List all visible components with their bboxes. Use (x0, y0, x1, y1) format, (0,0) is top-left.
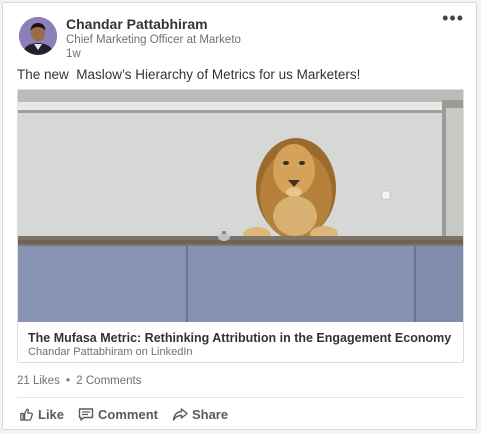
post-card: Chandar Pattabhiram Chief Marketing Offi… (2, 2, 477, 430)
avatar[interactable] (19, 17, 57, 55)
comment-icon (78, 407, 94, 422)
likes-count[interactable]: 21 Likes (17, 375, 60, 387)
share-label: Share (191, 407, 229, 422)
social-counts: 21 Likes • 2 Comments (17, 375, 141, 387)
author-title: Chief Marketing Officer at Marketo (66, 34, 241, 46)
count-separator: • (66, 375, 71, 387)
article-source: Chandar Pattabhiram on LinkedIn (28, 346, 193, 358)
comment-button[interactable]: Comment (78, 407, 158, 422)
action-bar: Like Comment Share (19, 407, 228, 422)
author-name[interactable]: Chandar Pattabhiram (66, 16, 208, 32)
like-label: Like (38, 407, 65, 422)
article-title[interactable]: The Mufasa Metric: Rethinking Attributio… (28, 331, 451, 345)
post-text: The new Maslow’s Hierarchy of Metrics fo… (17, 67, 361, 82)
divider (17, 397, 464, 398)
like-button[interactable]: Like (19, 407, 64, 422)
comments-count[interactable]: 2 Comments (76, 375, 141, 387)
shared-article-card[interactable]: The Mufasa Metric: Rethinking Attributio… (17, 89, 464, 363)
comment-label: Comment (98, 407, 158, 422)
post-age: 1w (66, 48, 81, 60)
thumbs-up-icon (19, 407, 34, 422)
article-image[interactable] (18, 90, 463, 322)
share-arrow-icon (172, 407, 188, 422)
share-button[interactable]: Share (172, 407, 228, 422)
more-options-icon[interactable]: ••• (442, 9, 464, 27)
